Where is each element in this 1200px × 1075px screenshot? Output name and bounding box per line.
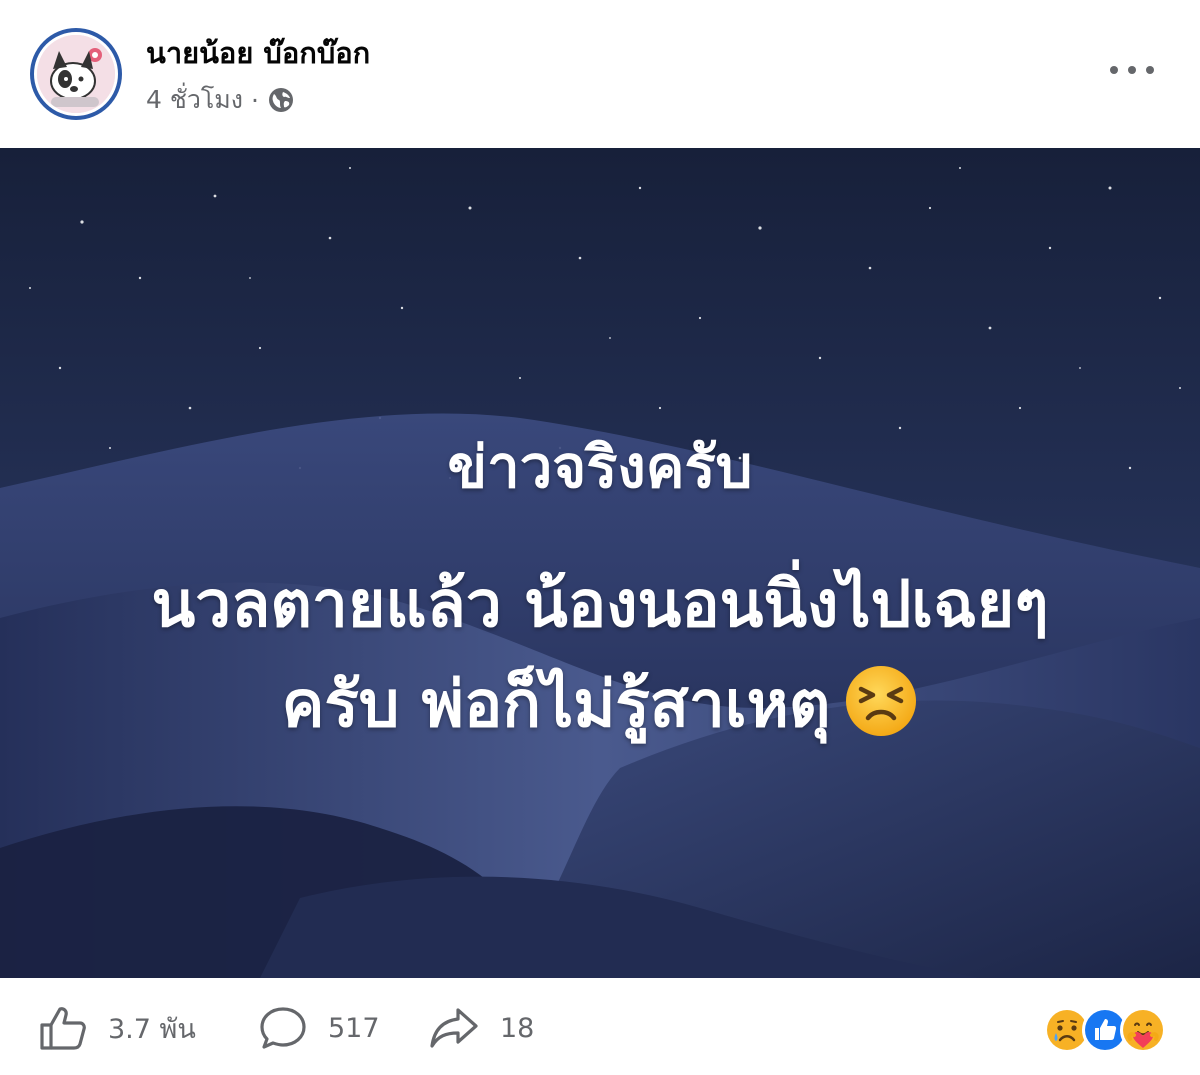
post-header: นายน้อย บ๊อกบ๊อก 4 ชั่วโมง · xyxy=(0,0,1200,148)
share-count: 18 xyxy=(500,1012,535,1044)
more-dot xyxy=(1110,66,1118,74)
like-button[interactable]: 3.7 พัน xyxy=(38,1006,196,1050)
caption-line-3: ครับ พ่อก็ไม่รู้สาเหตุ xyxy=(281,668,831,742)
post-image[interactable]: ข่าวจริงครับ นวลตายแล้ว น้องนอนนิ่งไปเฉย… xyxy=(0,148,1200,978)
globe-icon[interactable] xyxy=(267,86,295,114)
caption-line-2: นวลตายแล้ว น้องนอนนิ่งไปเฉยๆ xyxy=(151,568,1049,642)
more-dot xyxy=(1146,66,1154,74)
post-meta: 4 ชั่วโมง · xyxy=(146,82,295,118)
comment-button[interactable]: 517 xyxy=(258,1006,380,1050)
reaction-summary[interactable] xyxy=(1044,1006,1166,1054)
meta-separator: · xyxy=(250,85,259,115)
comment-count: 517 xyxy=(328,1012,380,1044)
facebook-post: นายน้อย บ๊อกบ๊อก 4 ชั่วโมง · ข่าวจริงครั… xyxy=(0,0,1200,1075)
comment-bubble-icon xyxy=(260,1007,306,1049)
share-arrow-icon xyxy=(430,1008,478,1048)
more-options-icon[interactable] xyxy=(1110,54,1154,86)
caption-line-1: ข่าวจริงครับ xyxy=(447,433,753,501)
like-count: 3.7 พัน xyxy=(108,1013,196,1045)
author-name[interactable]: นายน้อย บ๊อกบ๊อก xyxy=(146,30,370,76)
post-timestamp[interactable]: 4 ชั่วโมง xyxy=(146,80,243,120)
thumbs-up-icon xyxy=(40,1007,86,1050)
avatar-image xyxy=(34,32,118,116)
avatar[interactable] xyxy=(30,28,122,120)
care-reaction-icon xyxy=(1120,1007,1166,1053)
post-actions: 3.7 พัน 517 18 xyxy=(0,978,1200,1075)
more-dot xyxy=(1128,66,1136,74)
tired-face-emoji xyxy=(844,664,918,738)
caption-line-3-row: ครับ พ่อก็ไม่รู้สาเหตุ xyxy=(0,653,1200,755)
share-button[interactable]: 18 xyxy=(428,1006,534,1050)
